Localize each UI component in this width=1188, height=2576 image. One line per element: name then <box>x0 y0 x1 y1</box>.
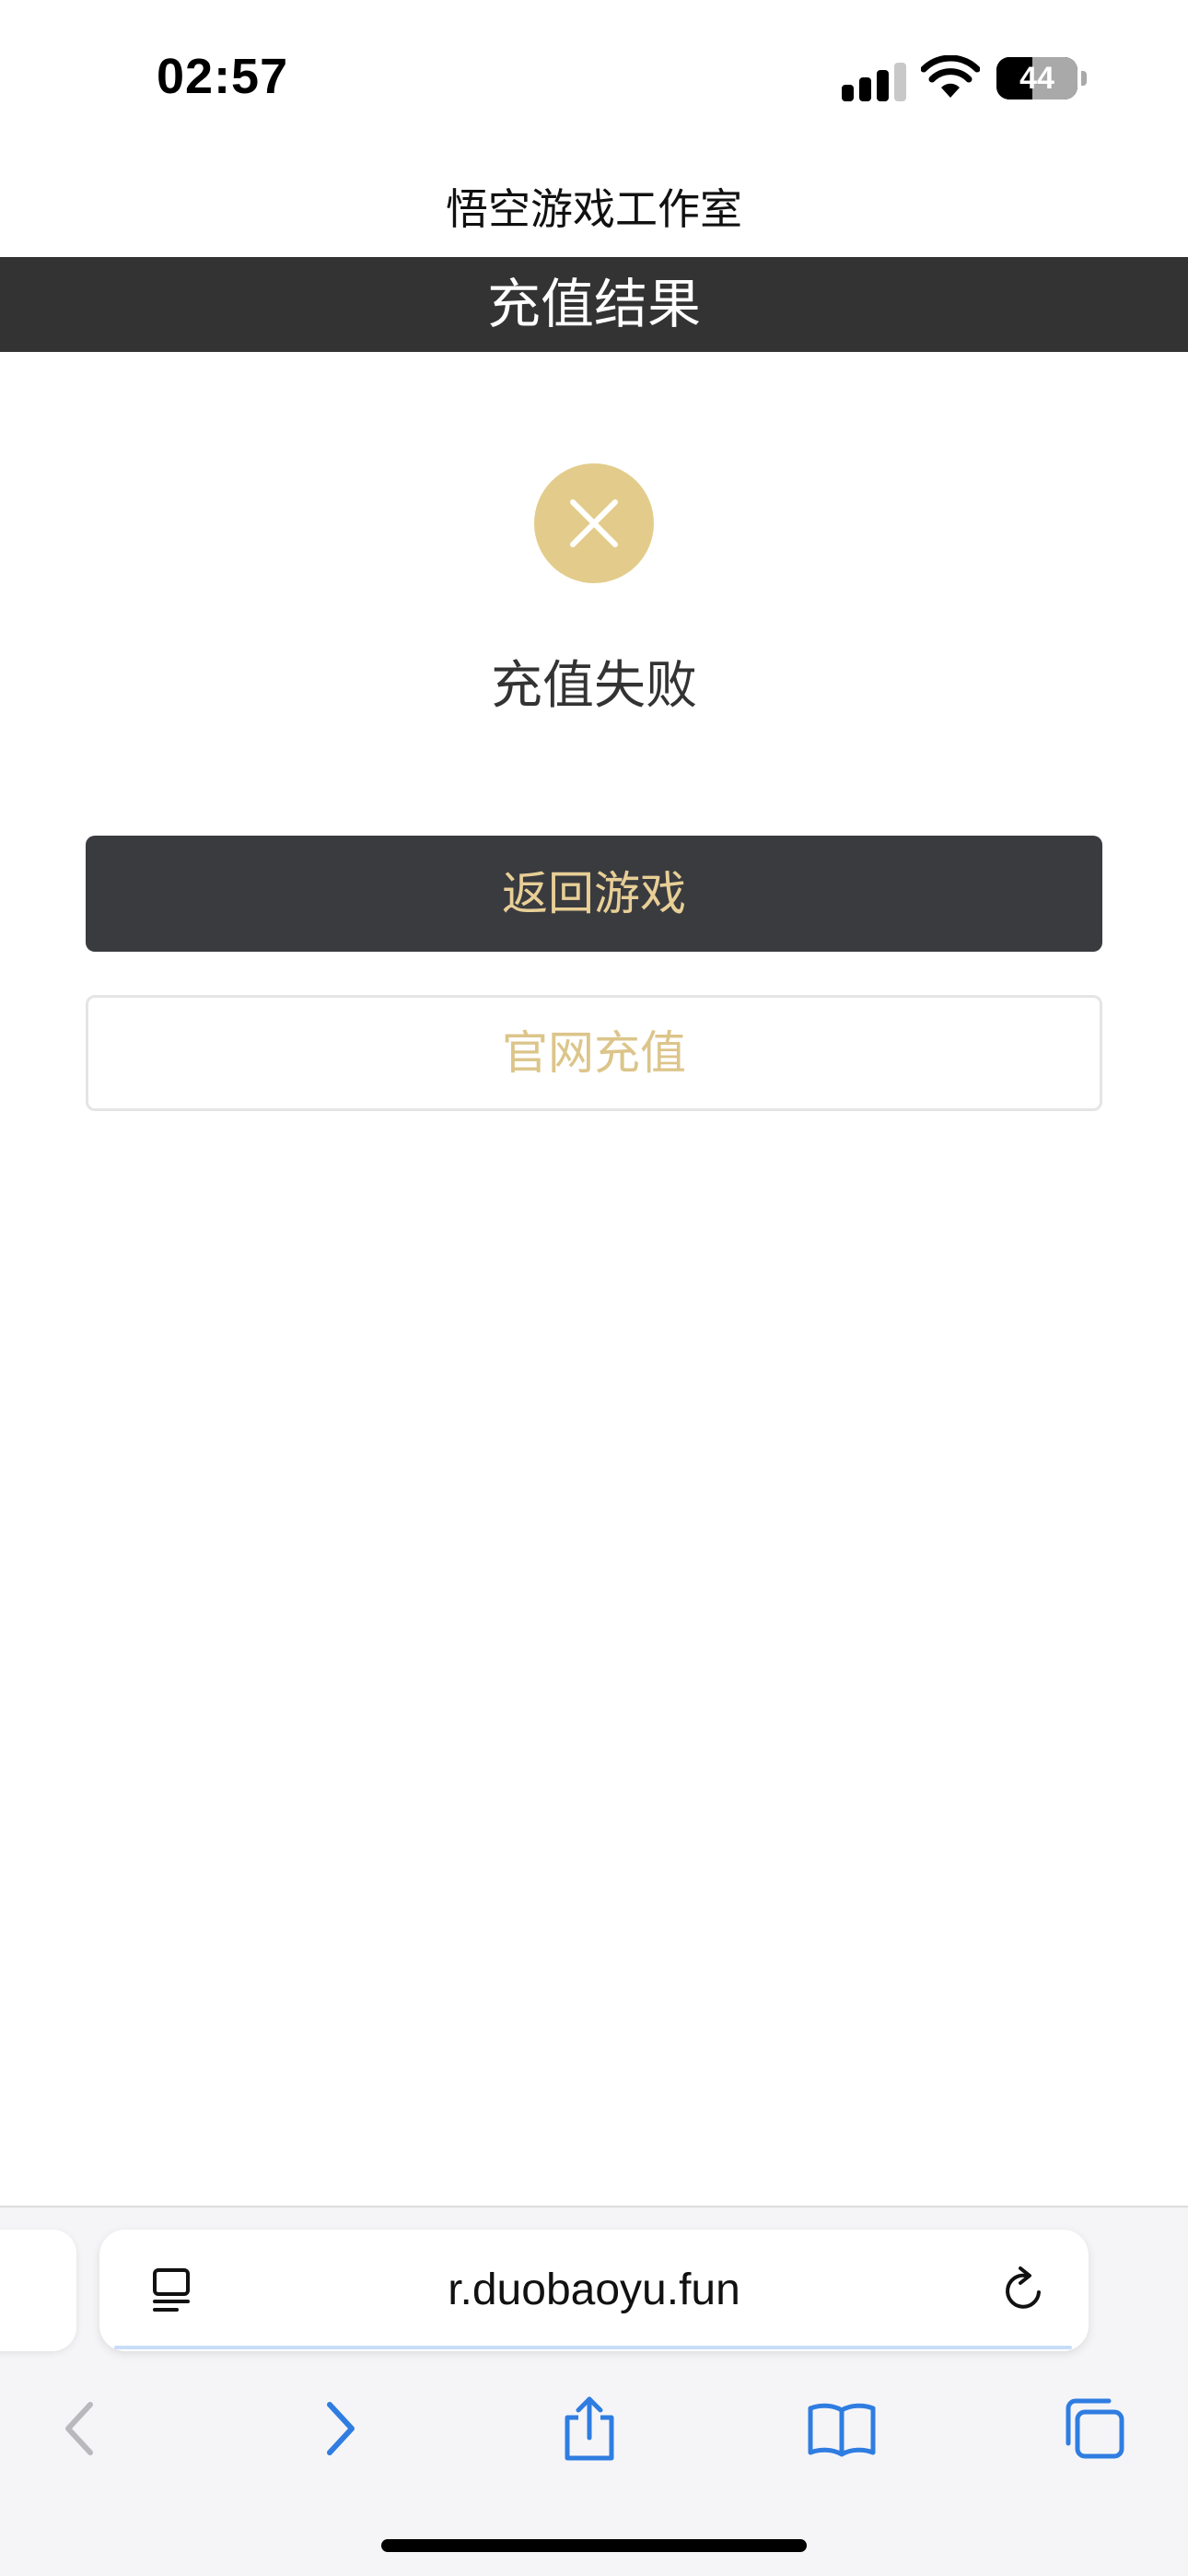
wifi-icon <box>921 55 980 98</box>
page-load-indicator <box>114 2346 1072 2349</box>
result-message: 充值失败 <box>491 656 697 716</box>
address-bar[interactable]: r.duobaoyu.fun <box>99 2230 1089 2351</box>
battery-percent: 44 <box>1019 61 1054 96</box>
header-bar: 充值结果 <box>0 257 1188 352</box>
reload-icon[interactable] <box>998 2265 1050 2316</box>
battery-icon: 44 <box>996 57 1077 100</box>
page-title: 充值结果 <box>486 273 701 335</box>
previous-tab-preview[interactable] <box>0 2230 76 2351</box>
back-icon[interactable] <box>44 2392 118 2465</box>
close-icon <box>534 463 654 583</box>
forward-icon[interactable] <box>302 2392 376 2465</box>
tabs-icon[interactable] <box>1057 2392 1131 2465</box>
bookmarks-icon[interactable] <box>805 2392 879 2465</box>
page: 02:57 44 悟空游戏工作室 充值结果 充值失败 返回游戏 官网充值 r.d… <box>0 0 1188 2576</box>
return-to-game-button[interactable]: 返回游戏 <box>86 836 1102 952</box>
share-icon[interactable] <box>553 2392 626 2465</box>
site-title: 悟空游戏工作室 <box>446 184 742 234</box>
status-time: 02:57 <box>157 49 289 104</box>
status-bar: 02:57 44 <box>0 0 1188 157</box>
url-text[interactable]: r.duobaoyu.fun <box>99 2230 1089 2351</box>
battery-nub <box>1081 71 1087 86</box>
cellular-signal-icon <box>842 61 906 101</box>
official-recharge-button[interactable]: 官网充值 <box>86 995 1102 1111</box>
home-indicator <box>381 2539 807 2552</box>
